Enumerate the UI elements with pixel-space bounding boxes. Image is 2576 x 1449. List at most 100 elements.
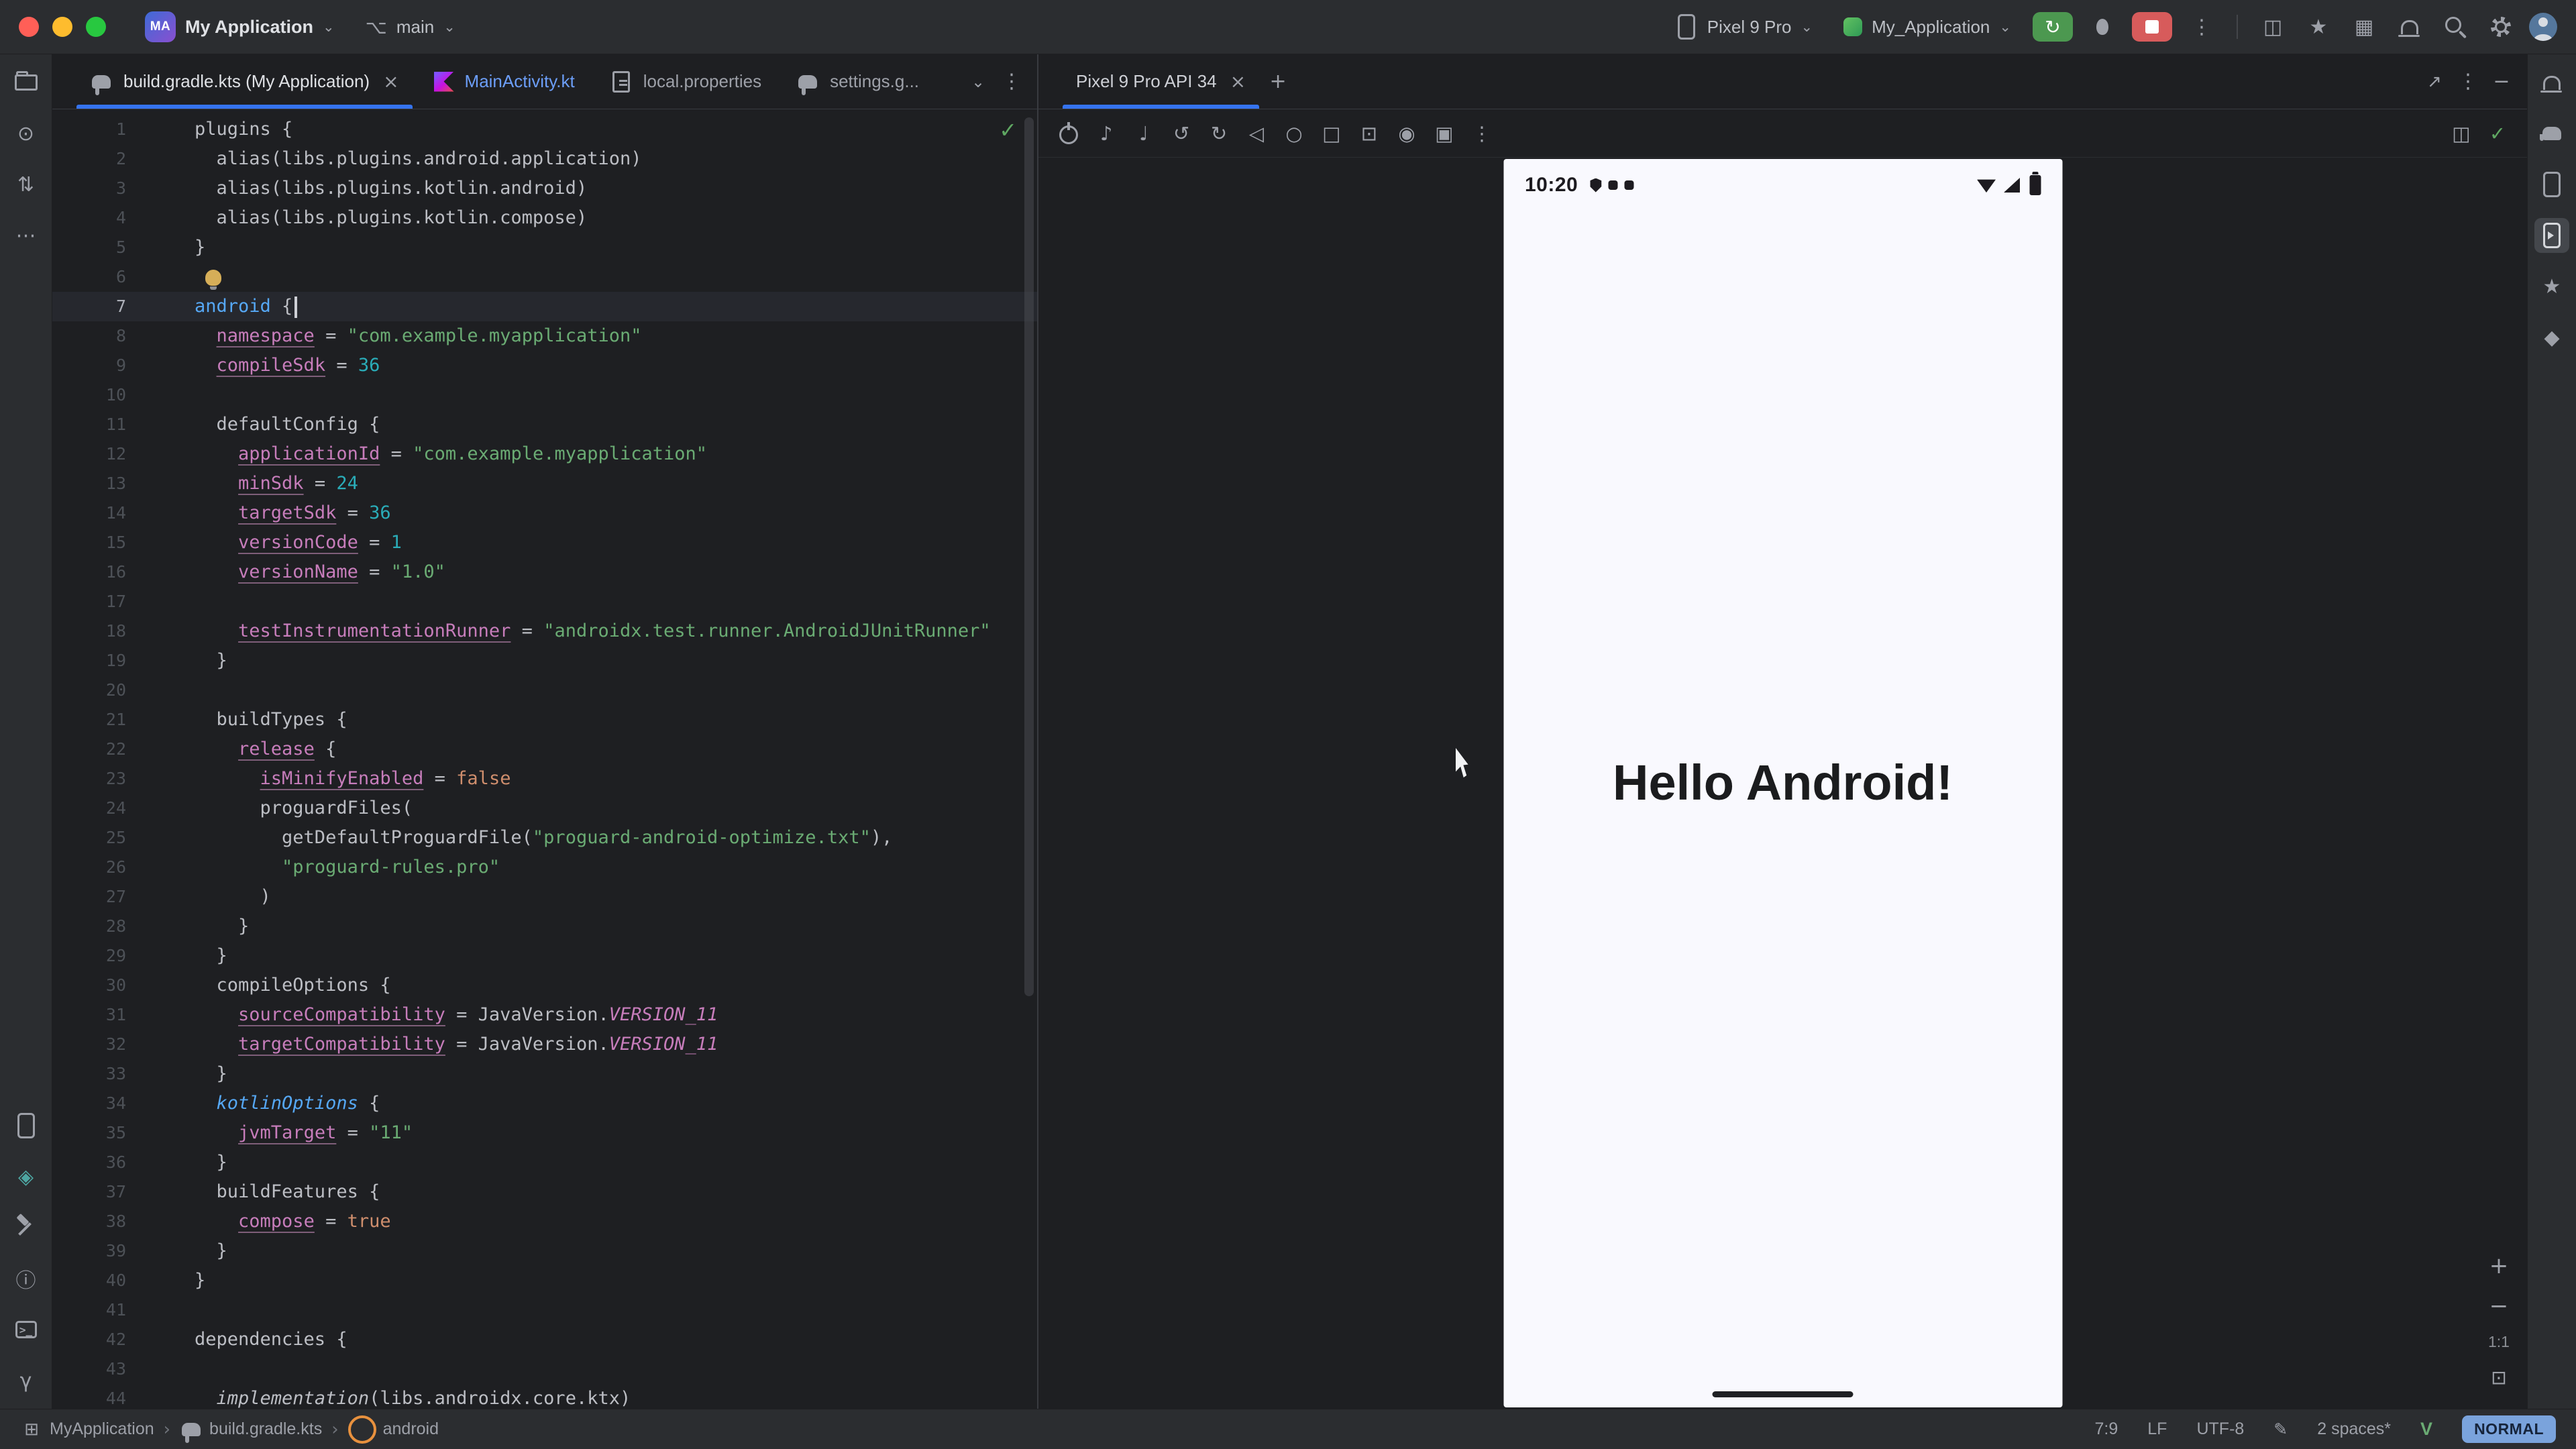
more-tool-windows-icon[interactable]: ⋯ xyxy=(9,218,44,253)
debug-button[interactable] xyxy=(2085,9,2120,44)
panel-options-icon[interactable]: ⋮ xyxy=(2455,68,2481,95)
back-icon[interactable]: ◁ xyxy=(1241,118,1272,149)
rotate-right-icon[interactable]: ↻ xyxy=(1203,118,1234,149)
pull-requests-icon[interactable]: ⇅ xyxy=(9,167,44,202)
editor-tab[interactable]: MainActivity.kt xyxy=(417,54,592,109)
line-number[interactable]: 36 xyxy=(52,1148,153,1177)
rerun-button[interactable]: ↻ xyxy=(2033,12,2073,42)
build-icon[interactable] xyxy=(9,1210,44,1245)
code-line[interactable]: 27 ) xyxy=(52,882,1037,912)
code-line[interactable]: 28 } xyxy=(52,912,1037,941)
code-line[interactable]: 21 buildTypes { xyxy=(52,705,1037,735)
zoom-to-fit-button[interactable]: ⊡ xyxy=(2485,1364,2512,1391)
more-icon[interactable]: ⋮ xyxy=(1466,118,1497,149)
line-number[interactable]: 30 xyxy=(52,971,153,1000)
line-number[interactable]: 3 xyxy=(52,174,153,203)
line-number[interactable]: 11 xyxy=(52,410,153,439)
device-streaming-icon[interactable]: ◫ xyxy=(2255,9,2290,44)
code-line[interactable]: 6 xyxy=(52,262,1037,292)
device-manager-icon[interactable] xyxy=(2534,167,2569,202)
code-editor[interactable]: 1plugins {2 alias(libs.plugins.android.a… xyxy=(52,109,1037,1409)
line-number[interactable]: 35 xyxy=(52,1118,153,1148)
line-number[interactable]: 37 xyxy=(52,1177,153,1207)
minimize-window-button[interactable] xyxy=(52,17,72,37)
line-number[interactable]: 44 xyxy=(52,1384,153,1409)
code-line[interactable]: 8 namespace = "com.example.myapplication… xyxy=(52,321,1037,351)
code-line[interactable]: 34 kotlinOptions { xyxy=(52,1089,1037,1118)
line-separator-widget[interactable]: LF xyxy=(2147,1419,2167,1439)
terminal-icon[interactable] xyxy=(9,1312,44,1347)
gemini-icon[interactable]: ★ xyxy=(2301,9,2336,44)
line-number[interactable]: 39 xyxy=(52,1236,153,1266)
line-number[interactable]: 43 xyxy=(52,1354,153,1384)
close-tab-icon[interactable]: × xyxy=(383,70,398,93)
gradle-icon[interactable] xyxy=(2534,116,2569,151)
assistant-icon[interactable]: ◆ xyxy=(2534,320,2569,355)
gemini-icon[interactable]: ★ xyxy=(2534,269,2569,304)
code-line[interactable]: 20 xyxy=(52,676,1037,705)
line-number[interactable]: 18 xyxy=(52,616,153,646)
more-actions-button[interactable]: ⋮ xyxy=(2184,9,2219,44)
code-line[interactable]: 13 minSdk = 24 xyxy=(52,469,1037,498)
breadcrumb-item[interactable]: android xyxy=(348,1415,439,1444)
display-mode-icon[interactable]: ◫ xyxy=(2447,119,2476,148)
code-line[interactable]: 40} xyxy=(52,1266,1037,1295)
live-edit-check-icon[interactable]: ✓ xyxy=(2483,119,2512,148)
line-number[interactable]: 33 xyxy=(52,1059,153,1089)
user-avatar[interactable] xyxy=(2529,13,2557,41)
code-line[interactable]: 1plugins { xyxy=(52,115,1037,144)
volume-down-icon[interactable]: ♩ xyxy=(1128,118,1159,149)
zoom-window-button[interactable] xyxy=(86,17,106,37)
volume-up-icon[interactable]: ♪ xyxy=(1091,118,1122,149)
code-line[interactable]: 4 alias(libs.plugins.kotlin.compose) xyxy=(52,203,1037,233)
inspection-status-icon[interactable]: ✓ xyxy=(999,117,1017,143)
line-number[interactable]: 6 xyxy=(52,262,153,292)
code-line[interactable]: 31 sourceCompatibility = JavaVersion.VER… xyxy=(52,1000,1037,1030)
line-number[interactable]: 21 xyxy=(52,705,153,735)
power-icon[interactable] xyxy=(1053,118,1084,149)
code-line[interactable]: 25 getDefaultProguardFile("proguard-andr… xyxy=(52,823,1037,853)
line-number[interactable]: 31 xyxy=(52,1000,153,1030)
line-number[interactable]: 41 xyxy=(52,1295,153,1325)
read-write-toggle-icon[interactable]: ✎ xyxy=(2273,1419,2288,1439)
encoding-widget[interactable]: UTF-8 xyxy=(2196,1419,2244,1439)
code-line[interactable]: 16 versionName = "1.0" xyxy=(52,557,1037,587)
snapshots-icon[interactable]: ▣ xyxy=(1429,118,1460,149)
code-line[interactable]: 15 versionCode = 1 xyxy=(52,528,1037,557)
line-number[interactable]: 16 xyxy=(52,557,153,587)
zoom-in-button[interactable]: + xyxy=(2485,1252,2512,1279)
line-number[interactable]: 34 xyxy=(52,1089,153,1118)
code-line[interactable]: 14 targetSdk = 36 xyxy=(52,498,1037,528)
line-number[interactable]: 9 xyxy=(52,351,153,380)
code-line[interactable]: 33 } xyxy=(52,1059,1037,1089)
zoom-out-button[interactable]: − xyxy=(2485,1293,2512,1320)
notifications-icon[interactable] xyxy=(2534,65,2569,100)
line-number[interactable]: 40 xyxy=(52,1266,153,1295)
device-screen[interactable]: 10:20 Hello Android! xyxy=(1503,159,2062,1407)
settings-icon[interactable] xyxy=(2483,9,2518,44)
close-tab-icon[interactable]: × xyxy=(1230,70,1246,93)
line-number[interactable]: 8 xyxy=(52,321,153,351)
device-explorer-icon[interactable] xyxy=(9,1108,44,1143)
code-line[interactable]: 42dependencies { xyxy=(52,1325,1037,1354)
line-number[interactable]: 2 xyxy=(52,144,153,174)
line-number[interactable]: 28 xyxy=(52,912,153,941)
problems-icon[interactable]: ⓘ xyxy=(9,1261,44,1296)
open-in-window-icon[interactable]: ↗ xyxy=(2421,68,2448,95)
code-line[interactable]: 22 release { xyxy=(52,735,1037,764)
line-number[interactable]: 14 xyxy=(52,498,153,528)
code-line[interactable]: 18 testInstrumentationRunner = "androidx… xyxy=(52,616,1037,646)
project-selector[interactable]: MA My Application ⌄ xyxy=(136,6,344,48)
line-number[interactable]: 15 xyxy=(52,528,153,557)
notifications-icon[interactable] xyxy=(2392,9,2427,44)
device-tab[interactable]: Pixel 9 Pro API 34 × xyxy=(1059,54,1263,109)
line-number[interactable]: 4 xyxy=(52,203,153,233)
rotate-left-icon[interactable]: ↺ xyxy=(1166,118,1197,149)
new-device-tab-button[interactable]: + xyxy=(1263,67,1293,97)
code-line[interactable]: 43 xyxy=(52,1354,1037,1384)
line-number[interactable]: 38 xyxy=(52,1207,153,1236)
code-line[interactable]: 7android { xyxy=(52,292,1037,321)
search-everywhere-icon[interactable] xyxy=(2438,9,2473,44)
code-line[interactable]: 39 } xyxy=(52,1236,1037,1266)
stop-button[interactable] xyxy=(2132,12,2172,42)
